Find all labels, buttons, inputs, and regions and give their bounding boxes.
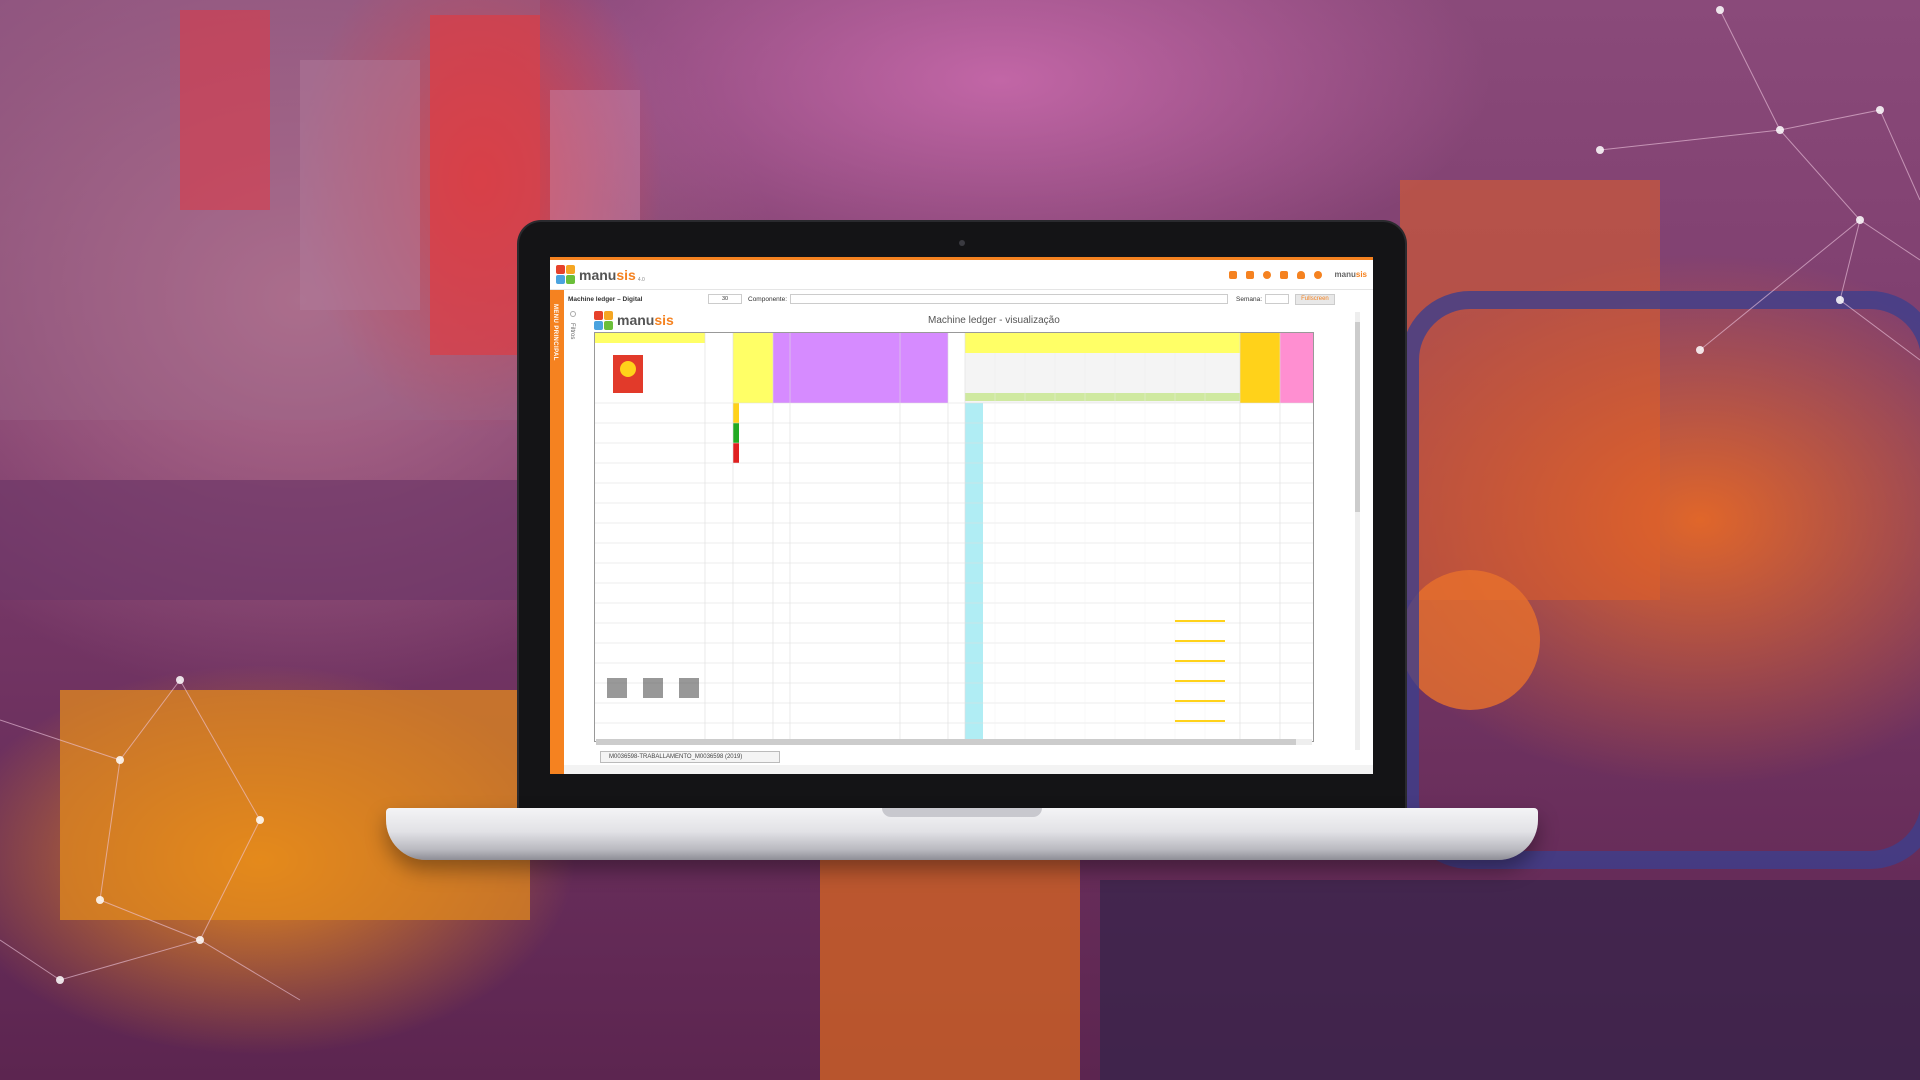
app-screen: manusis 4.0 manusis MENU PRINCIPAL Machi…: [550, 257, 1373, 774]
sheet-tab[interactable]: M0036598-TRABALLAMENTO_M0036598 (2019): [600, 751, 780, 763]
doc-logo-text: manusis: [617, 312, 674, 328]
ledger-sheet[interactable]: [594, 332, 1314, 742]
filters-label: Filtros: [569, 323, 575, 340]
laptop-notch: [882, 808, 1042, 817]
laptop-base: [386, 808, 1538, 860]
document-view: manusis Machine ledger - visualização: [594, 310, 1314, 750]
flag-icon[interactable]: [1228, 270, 1237, 279]
refresh-icon[interactable]: [1262, 270, 1271, 279]
sidebar-label: MENU PRINCIPAL: [552, 304, 558, 361]
fullscreen-button[interactable]: Fullscreen: [1295, 293, 1335, 305]
horizontal-scroll-thumb[interactable]: [596, 739, 1296, 745]
toolbar: Machine ledger – Digital 30 Componente: …: [568, 292, 1368, 306]
page-size-select[interactable]: 30: [708, 294, 742, 304]
doc-logo-icon: [594, 310, 613, 330]
component-select[interactable]: [790, 294, 1229, 304]
vertical-scrollbar[interactable]: [1355, 312, 1360, 750]
app-header: manusis 4.0 manusis: [550, 260, 1373, 290]
main-menu-sidebar[interactable]: MENU PRINCIPAL: [550, 290, 564, 774]
document-header: manusis Machine ledger - visualização: [594, 310, 1314, 330]
horizontal-scrollbar[interactable]: [596, 739, 1312, 745]
info-icon[interactable]: [1313, 270, 1322, 279]
brand-small: manusis: [1334, 270, 1367, 279]
bottom-bar: [564, 765, 1373, 774]
camera-icon: [959, 240, 965, 246]
header-icons: manusis: [1228, 270, 1367, 279]
ledger-grid: [595, 333, 1313, 741]
book-icon[interactable]: [1245, 270, 1254, 279]
filters-icon: [570, 311, 576, 317]
document-title: Machine ledger - visualização: [928, 314, 1060, 326]
user-icon[interactable]: [1296, 270, 1305, 279]
component-label: Componente:: [748, 295, 788, 303]
logo-icon: [556, 265, 575, 284]
logo-version: 4.0: [637, 277, 645, 283]
logo-text: manusis: [579, 266, 636, 283]
filters-panel-toggle[interactable]: Filtros: [566, 309, 580, 774]
vertical-scroll-thumb[interactable]: [1355, 322, 1360, 512]
ledger-title: Machine ledger – Digital: [568, 295, 643, 303]
week-select[interactable]: [1265, 294, 1290, 304]
mail-icon[interactable]: [1279, 270, 1288, 279]
week-label: Semana:: [1236, 295, 1263, 303]
